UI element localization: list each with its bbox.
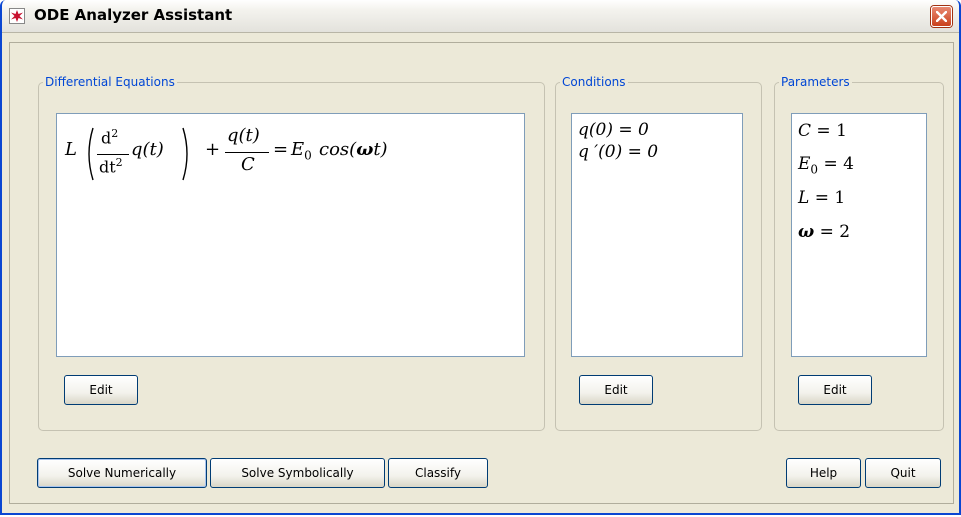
eq-fraction-bar — [225, 152, 269, 153]
eq-equals: = — [273, 139, 289, 160]
condition-item: q(0) = 0 — [578, 120, 649, 140]
parameter-E0: E0 = 4 — [798, 154, 854, 177]
eq-left-paren — [88, 127, 94, 181]
edit-equations-button[interactable]: Edit — [64, 375, 138, 405]
dialog-client-area: Differential Equations L d2 dt2 q(t) + q… — [9, 42, 954, 504]
help-button[interactable]: Help — [786, 458, 861, 488]
eq-q-of-t: q(t) — [131, 139, 164, 160]
eq-d-den: dt2 — [99, 156, 123, 177]
app-icon — [9, 8, 25, 24]
eq-cos: cos(ωt) — [319, 139, 388, 160]
parameters-label: Parameters — [781, 75, 850, 89]
parameters-display[interactable]: C = 1 E0 = 4 L = 1 ω = 2 — [791, 113, 927, 357]
eq-frac-num: q(t) — [227, 125, 260, 146]
condition-item: q ′(0) = 0 — [578, 142, 659, 162]
close-button[interactable] — [931, 6, 952, 27]
parameter-L: L = 1 — [798, 188, 846, 208]
parameter-C: C = 1 — [798, 121, 847, 141]
quit-button[interactable]: Quit — [865, 458, 941, 488]
edit-parameters-button[interactable]: Edit — [798, 375, 872, 405]
eq-L: L — [65, 139, 77, 160]
eq-plus: + — [205, 139, 221, 160]
eq-right-paren — [182, 127, 188, 181]
equations-display[interactable]: L d2 dt2 q(t) + q(t) C = E0 cos(ωt) — [56, 113, 525, 357]
solve-symbolically-button[interactable]: Solve Symbolically — [210, 458, 385, 488]
differential-equations-label: Differential Equations — [45, 75, 175, 89]
classify-button[interactable]: Classify — [388, 458, 488, 488]
conditions-label: Conditions — [562, 75, 626, 89]
close-icon — [936, 11, 947, 22]
solve-numerically-button[interactable]: Solve Numerically — [37, 458, 207, 488]
conditions-display[interactable]: q(0) = 0 q ′(0) = 0 — [571, 113, 743, 357]
edit-conditions-button[interactable]: Edit — [579, 375, 653, 405]
eq-deriv-fraction-bar — [97, 154, 129, 155]
eq-d-num: d2 — [101, 127, 119, 148]
ode-analyzer-window: ODE Analyzer Assistant Differential Equa… — [0, 0, 961, 515]
eq-frac-den: C — [241, 154, 255, 175]
parameter-omega: ω = 2 — [798, 222, 851, 242]
eq-E0: E0 — [291, 139, 312, 163]
window-title: ODE Analyzer Assistant — [34, 6, 233, 24]
title-bar[interactable]: ODE Analyzer Assistant — [2, 0, 959, 33]
